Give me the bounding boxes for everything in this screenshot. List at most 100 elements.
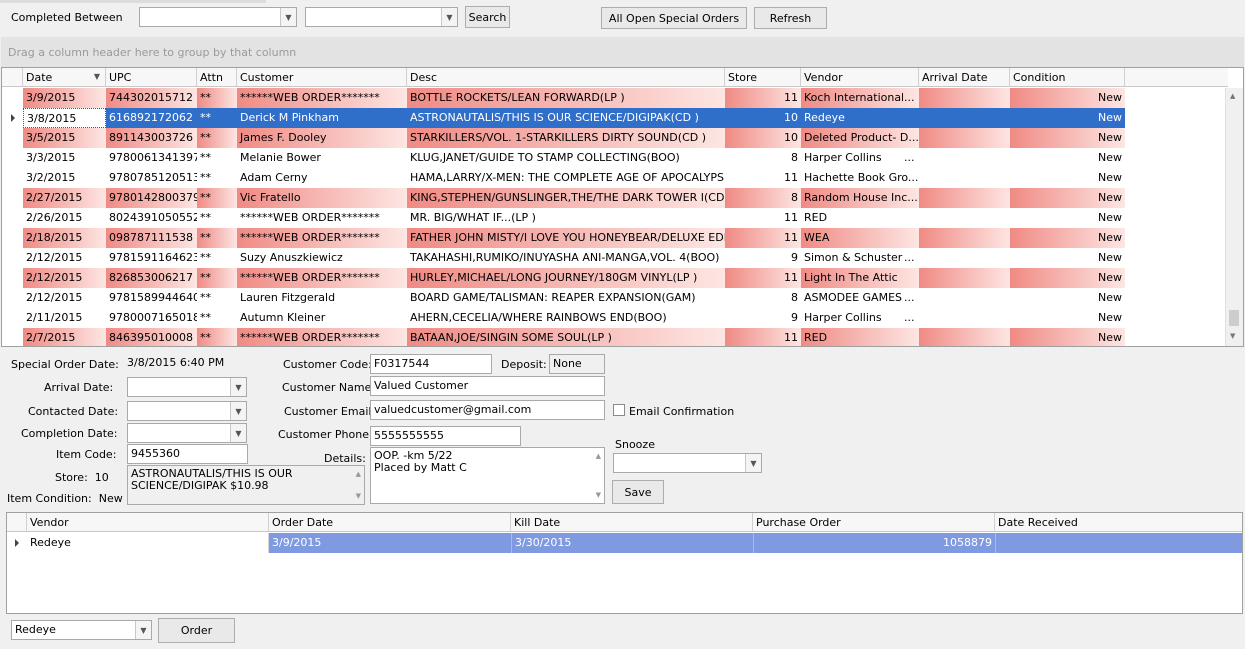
arrival-date-cell[interactable] xyxy=(919,208,1010,228)
attn-cell[interactable]: ** xyxy=(197,308,237,328)
chevron-down-icon[interactable]: ▼ xyxy=(280,8,296,26)
store-cell[interactable]: 11 xyxy=(725,88,801,108)
vendor-cell[interactable]: Redeye xyxy=(801,108,919,128)
desc-cell[interactable]: BOARD GAME/TALISMAN: REAPER EXPANSION(GA… xyxy=(407,288,725,308)
date-cell[interactable]: 2/26/2015 xyxy=(23,208,106,228)
chevron-down-icon[interactable]: ▼ xyxy=(745,454,761,472)
date-cell[interactable]: 3/8/2015 xyxy=(23,108,106,128)
store-cell[interactable]: 9 xyxy=(725,248,801,268)
vendor-cell[interactable]: Harper Collins xyxy=(801,148,919,168)
chevron-up-icon[interactable]: ▲ xyxy=(1230,92,1235,100)
customer-cell[interactable]: ******WEB ORDER******* xyxy=(237,208,407,228)
column-header-date-received[interactable]: Date Received xyxy=(995,513,1242,532)
column-header-vendor[interactable]: Vendor xyxy=(27,513,269,532)
arrival-date-cell[interactable] xyxy=(919,168,1010,188)
customer-cell[interactable]: ******WEB ORDER******* xyxy=(237,228,407,248)
vendor-cell[interactable]: Hachette Book Gro... xyxy=(801,168,919,188)
table-row[interactable]: 2/12/2015 9781591164623 ** Suzy Anuszkiewic… xyxy=(2,248,1125,268)
group-by-panel[interactable]: Drag a column header here to group by th… xyxy=(1,37,1244,67)
condition-cell[interactable]: New xyxy=(1010,268,1125,288)
attn-cell[interactable]: ** xyxy=(197,168,237,188)
column-header-upc[interactable]: UPC xyxy=(106,68,197,87)
desc-cell[interactable]: STARKILLERS/VOL. 1-STARKILLERS DIRTY SOU… xyxy=(407,128,725,148)
date-cell[interactable]: 2/12/2015 xyxy=(23,288,106,308)
special-orders-grid[interactable]: Date ▼ UPC Attn Customer Desc Store Vendo… xyxy=(1,67,1244,347)
table-row[interactable]: 3/3/2015 9780061341397 ** Melanie Bower KLUG… xyxy=(2,148,1125,168)
arrival-date-cell[interactable] xyxy=(919,268,1010,288)
snooze-combo[interactable]: ▼ xyxy=(613,453,762,473)
store-cell[interactable]: 8 xyxy=(725,148,801,168)
attn-cell[interactable]: ** xyxy=(197,328,237,346)
chevron-down-icon[interactable]: ▼ xyxy=(230,378,246,396)
vendor-cell[interactable]: Koch International xyxy=(801,88,919,108)
arrival-date-cell[interactable] xyxy=(919,188,1010,208)
arrival-date-cell[interactable] xyxy=(919,248,1010,268)
customer-cell[interactable]: Lauren Fitzgerald xyxy=(237,288,407,308)
store-cell[interactable]: 11 xyxy=(725,168,801,188)
arrival-date-cell[interactable] xyxy=(919,128,1010,148)
date-cell[interactable]: 2/12/2015 xyxy=(23,268,106,288)
condition-cell[interactable]: New xyxy=(1010,328,1125,346)
store-cell[interactable]: 11 xyxy=(725,228,801,248)
purchase-order-cell[interactable]: 1058879 xyxy=(753,533,995,553)
customer-phone-field[interactable]: 5555555555 xyxy=(370,426,521,446)
upc-cell[interactable]: 891143003726 xyxy=(106,128,197,148)
date-cell[interactable]: 2/7/2015 xyxy=(23,328,106,346)
vendor-cell[interactable]: Random House Inc.... xyxy=(801,188,919,208)
completed-from-combo[interactable]: ▼ xyxy=(139,7,297,27)
upc-cell[interactable]: 616892172062 xyxy=(106,108,197,128)
date-cell[interactable]: 2/12/2015 xyxy=(23,248,106,268)
arrival-date-picker[interactable]: ▼ xyxy=(127,377,247,397)
column-header-attn[interactable]: Attn xyxy=(197,68,237,87)
save-button[interactable]: Save xyxy=(612,480,664,504)
desc-cell[interactable]: HAMA,LARRY/X-MEN: THE COMPLETE AGE OF AP… xyxy=(407,168,725,188)
attn-cell[interactable]: ** xyxy=(197,248,237,268)
upc-cell[interactable]: 744302015712 xyxy=(106,88,197,108)
item-description-field[interactable]: ASTRONAUTALIS/THIS IS OUR SCIENCE/DIGIPA… xyxy=(127,465,365,505)
date-cell[interactable]: 3/3/2015 xyxy=(23,148,106,168)
date-cell[interactable]: 2/18/2015 xyxy=(23,228,106,248)
arrival-date-cell[interactable] xyxy=(919,108,1010,128)
vendor-cell[interactable]: ASMODEE GAMES xyxy=(801,288,919,308)
store-cell[interactable]: 8 xyxy=(725,288,801,308)
store-cell[interactable]: 10 xyxy=(725,128,801,148)
attn-cell[interactable]: ** xyxy=(197,128,237,148)
vendor-cell[interactable]: RED xyxy=(801,328,919,346)
upc-cell[interactable]: 9780785120513 xyxy=(106,168,197,188)
date-cell[interactable]: 3/2/2015 xyxy=(23,168,106,188)
customer-cell[interactable]: ******WEB ORDER******* xyxy=(237,268,407,288)
vendor-cell[interactable]: Simon & Schuster xyxy=(801,248,919,268)
date-cell[interactable]: 2/27/2015 xyxy=(23,188,106,208)
order-date-cell[interactable]: 3/9/2015 xyxy=(269,533,511,553)
completed-to-combo[interactable]: ▼ xyxy=(305,7,458,27)
email-confirmation-checkbox[interactable] xyxy=(613,404,625,416)
customer-code-field[interactable]: F0317544 xyxy=(370,354,492,374)
customer-email-field[interactable]: valuedcustomer@gmail.com xyxy=(370,400,605,420)
customer-cell[interactable]: Adam Cerny xyxy=(237,168,407,188)
chevron-down-icon[interactable]: ▼ xyxy=(230,402,246,420)
date-cell[interactable]: 3/9/2015 xyxy=(23,88,106,108)
upc-cell[interactable]: 846395010008 xyxy=(106,328,197,346)
condition-cell[interactable]: New xyxy=(1010,208,1125,228)
column-header-vendor[interactable]: Vendor xyxy=(801,68,919,87)
column-header-desc[interactable]: Desc xyxy=(407,68,725,87)
contacted-date-picker[interactable]: ▼ xyxy=(127,401,247,421)
condition-cell[interactable]: New xyxy=(1010,88,1125,108)
customer-cell[interactable]: Derick M Pinkham xyxy=(237,108,407,128)
condition-cell[interactable]: New xyxy=(1010,148,1125,168)
chevron-down-icon[interactable]: ▼ xyxy=(135,621,151,639)
desc-cell[interactable]: ASTRONAUTALIS/THIS IS OUR SCIENCE/DIGIPA… xyxy=(407,108,725,128)
desc-cell[interactable]: KING,STEPHEN/GUNSLINGER,THE/THE DARK TOW… xyxy=(407,188,725,208)
column-header-customer[interactable]: Customer xyxy=(237,68,407,87)
customer-cell[interactable]: ******WEB ORDER******* xyxy=(237,88,407,108)
arrival-date-cell[interactable] xyxy=(919,228,1010,248)
vendor-cell[interactable]: Light In The Attic xyxy=(801,268,919,288)
attn-cell[interactable]: ** xyxy=(197,228,237,248)
table-row[interactable]: 2/26/2015 8024391050552 ** ******WEB ORDER*… xyxy=(2,208,1125,228)
attn-cell[interactable]: ** xyxy=(197,288,237,308)
condition-cell[interactable]: New xyxy=(1010,188,1125,208)
completion-date-picker[interactable]: ▼ xyxy=(127,423,247,443)
table-row[interactable]: 3/9/2015 744302015712 ** ******WEB ORDER***… xyxy=(2,88,1125,108)
customer-cell[interactable]: Autumn Kleiner xyxy=(237,308,407,328)
desc-cell[interactable]: AHERN,CECELIA/WHERE RAINBOWS END(BOO) xyxy=(407,308,725,328)
